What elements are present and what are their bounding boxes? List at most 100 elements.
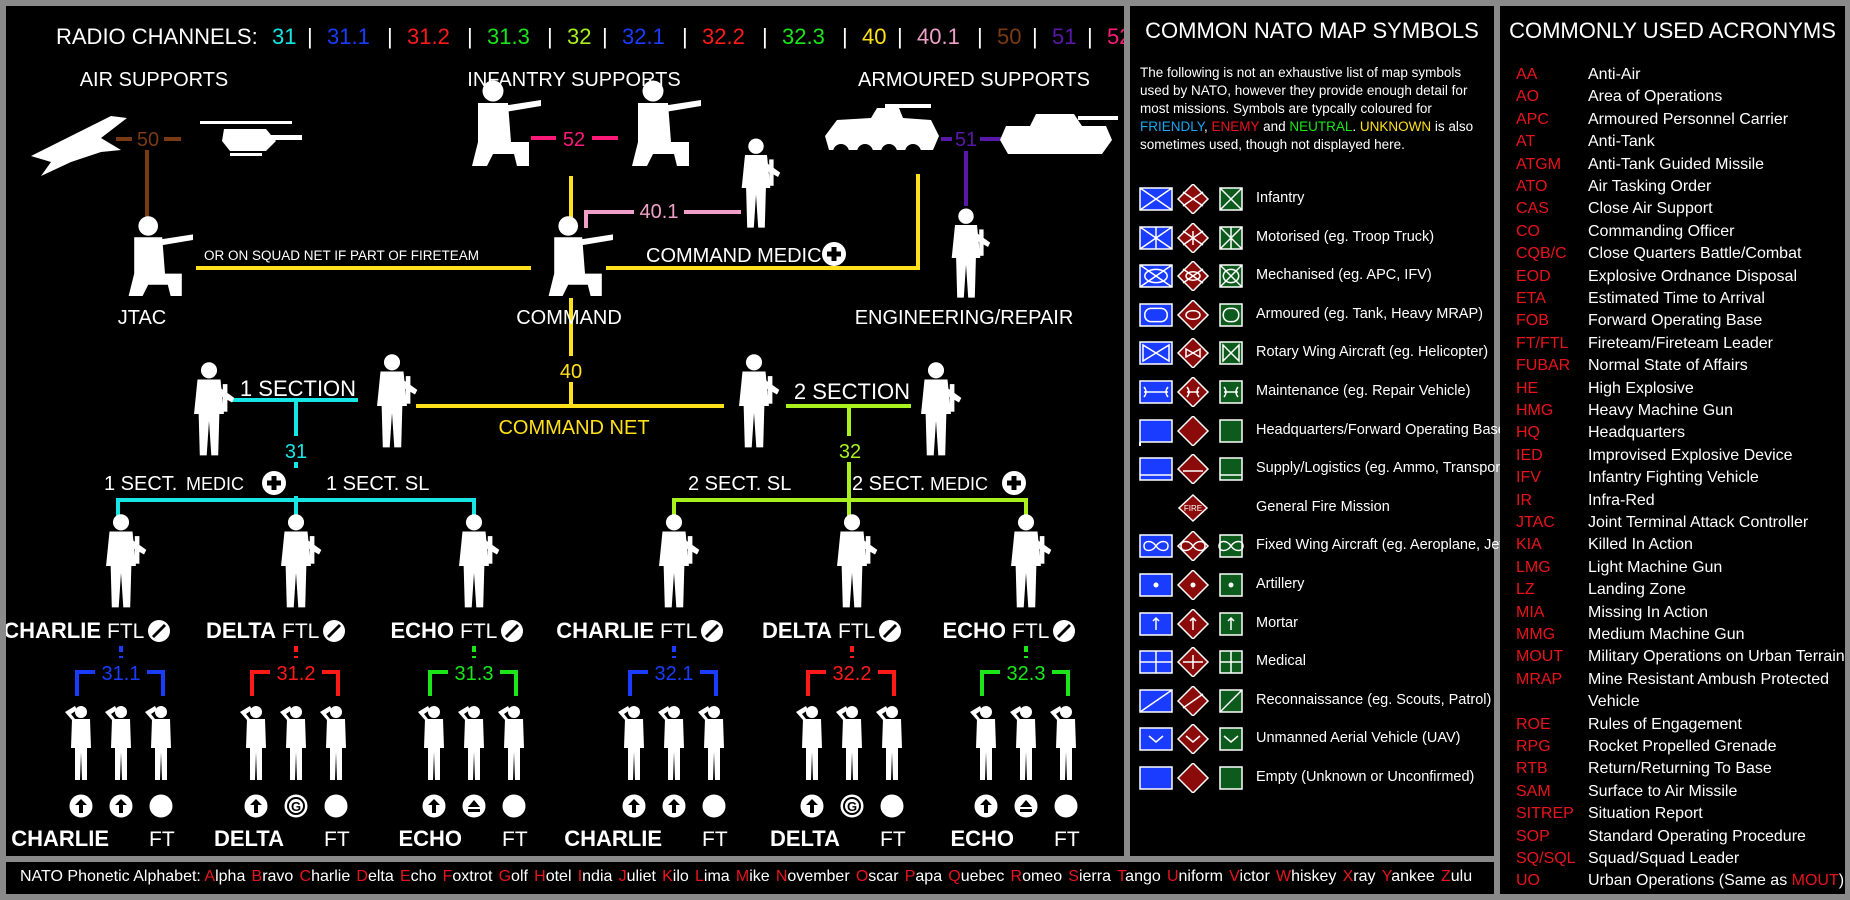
nato-symbol-label: Medical	[1256, 653, 1306, 670]
phonetic-word: Oscar	[855, 868, 899, 885]
acronym-row: KIA Killed In Action	[1516, 536, 1846, 558]
uav-icon	[1139, 724, 1243, 755]
acronym-row: ATO Air Tasking Order	[1516, 178, 1846, 200]
engineering-repair-label: ENGINEERING/REPAIR	[855, 307, 1074, 329]
acronym-row: FOB Forward Operating Base	[1516, 312, 1846, 334]
rifleman-arrow-icon	[244, 794, 268, 818]
radio-channel-31-1: 31.1	[327, 24, 370, 49]
acronym-meaning: Headquarters	[1588, 424, 1685, 442]
acronym-meaning: Joint Terminal Attack Controller	[1588, 514, 1809, 531]
fireteam-bottom-name: DELTA	[214, 826, 284, 851]
section-1-label: 1 SECTION	[240, 376, 356, 401]
hq-icon	[1139, 415, 1243, 446]
acronym-key: KIA	[1516, 536, 1542, 554]
fireteam-channel-label: 32.3	[1007, 663, 1046, 685]
radio-channel-separator: |	[602, 24, 608, 49]
auto-rifleman-dot-icon	[502, 794, 526, 818]
acronym-key: SITREP	[1516, 805, 1574, 823]
channel-31-label: 31	[285, 441, 307, 463]
nato-symbol-label: Armoured (eg. Tank, Heavy MRAP)	[1256, 305, 1483, 322]
fireteam-member-silhouette	[418, 706, 444, 780]
ftl-label: FTL	[460, 620, 497, 643]
acronym-key: ETA	[1516, 290, 1546, 307]
nato-symbol-row: Infantry	[1138, 184, 1490, 214]
nato-symbol-row: Maintenance (eg. Repair Vehicle)	[1138, 377, 1490, 407]
bowtie-icon	[1139, 338, 1243, 369]
command-label: COMMAND	[516, 307, 622, 329]
acronym-meaning: Close Quarters Battle/Combat	[1588, 245, 1802, 263]
acronym-meaning: Estimated Time to Arrival	[1588, 290, 1765, 307]
radio-channel-40-1: 40.1	[917, 24, 960, 49]
jtac-silhouette	[128, 216, 193, 296]
acronym-row: LZ Landing Zone	[1516, 581, 1846, 603]
radio-channel-separator: |	[307, 24, 313, 49]
acronym-meaning: Anti-Tank Guided Missile	[1588, 155, 1765, 173]
acronym-meaning: Commanding Officer	[1588, 222, 1735, 240]
radio-channel-separator: |	[842, 24, 848, 49]
nato-symbol-label: Unmanned Aerial Vehicle (UAV)	[1256, 730, 1461, 747]
channel-40-label: 40	[560, 361, 582, 383]
acronym-key: HE	[1516, 379, 1539, 397]
s2-medic-cross-icon	[1002, 471, 1026, 495]
nato-symbol-label: Rotary Wing Aircraft (eg. Helicopter)	[1256, 344, 1489, 361]
acronym-meaning: Landing Zone	[1588, 581, 1686, 599]
radio-channel-32-2: 32.2	[702, 24, 745, 49]
svg-text:G: G	[847, 799, 857, 814]
rifleman-arrow-icon	[662, 794, 686, 818]
acronym-key: JTAC	[1516, 514, 1555, 531]
radio-channel-32-3: 32.3	[782, 24, 825, 49]
radio-channels-label: RADIO CHANNELS:	[56, 24, 258, 49]
s1-sl-label: 1 SECT. SL	[326, 473, 429, 495]
ftl-label: FTL	[660, 620, 697, 643]
acronym-key: LZ	[1516, 581, 1535, 599]
s1-medic-label-a: 1 SECT.	[104, 473, 177, 495]
acronym-meaning: Medium Machine Gun	[1588, 626, 1745, 643]
nato-symbol-label: Infantry	[1256, 190, 1305, 206]
engineer-silhouette	[951, 208, 991, 298]
intro-and: and	[1259, 119, 1290, 134]
command-medic-label: COMMAND MEDIC	[646, 245, 822, 267]
ftl-label: FTL	[282, 620, 319, 643]
command-medic-cross-icon	[822, 242, 846, 266]
fireteam-member-silhouette	[876, 706, 902, 780]
phonetic-word: Kilo	[662, 868, 689, 885]
radio-channel-separator: |	[1032, 24, 1038, 49]
phonetic-word: Mike	[735, 868, 770, 885]
nato-symbol-row: Rotary Wing Aircraft (eg. Helicopter)	[1138, 338, 1490, 369]
phonetic-word: Papa	[904, 868, 943, 885]
acronym-key: AT	[1516, 133, 1536, 151]
nato-symbol-label: Reconnaissance (eg. Scouts, Patrol)	[1256, 691, 1492, 708]
acronym-row: CQB/C Close Quarters Battle/Combat	[1516, 245, 1846, 267]
acronym-key: MOUT	[1516, 648, 1564, 666]
intro-sep: ,	[1204, 119, 1212, 134]
fireteam-name: DELTA	[206, 618, 276, 643]
channel-40-1-label: 40.1	[640, 201, 679, 223]
phonetic-word: Tango	[1117, 868, 1161, 885]
dot-icon	[1139, 570, 1243, 600]
acronym-key: RPG	[1516, 738, 1551, 755]
acronym-meaning: Rocket Propelled Grenade	[1588, 738, 1777, 755]
acronym-row: LMG Light Machine Gun	[1516, 559, 1846, 581]
acronym-meaning: Military Operations on Urban Terrain	[1588, 648, 1845, 666]
acronym-key: ATO	[1516, 178, 1548, 195]
acronym-row: SAM Surface to Air Missile	[1516, 783, 1846, 805]
rifleman-arrow-icon	[622, 794, 646, 818]
fireteam-member-silhouette	[458, 706, 484, 780]
up-chevron-icon	[462, 794, 486, 818]
acronym-row: IR Infra-Red	[1516, 492, 1846, 514]
phonetic-word: Charlie	[299, 868, 351, 885]
radio-channel-32-1: 32.1	[622, 24, 665, 49]
nato-symbol-row: Supply/Logistics (eg. Ammo, Transport)	[1138, 454, 1509, 485]
phonetic-label: NATO Phonetic Alphabet:	[20, 868, 201, 885]
acronym-key: HMG	[1516, 402, 1554, 419]
tank-silhouette	[1000, 114, 1118, 154]
acronym-row: JTAC Joint Terminal Attack Controller	[1516, 514, 1846, 536]
acronym-meaning: Infantry Fighting Vehicle	[1588, 469, 1759, 487]
radio-channel-separator: |	[682, 24, 688, 49]
acronym-row: SITREP Situation Report	[1516, 805, 1846, 827]
acronym-row: MIA Missing In Action	[1516, 604, 1846, 626]
channel-52-label: 52	[563, 129, 585, 151]
s2-sl-label: 2 SECT. SL	[688, 473, 791, 495]
fireteam-channel-label: 31.3	[455, 663, 494, 685]
acronym-row: CAS Close Air Support	[1516, 200, 1846, 222]
